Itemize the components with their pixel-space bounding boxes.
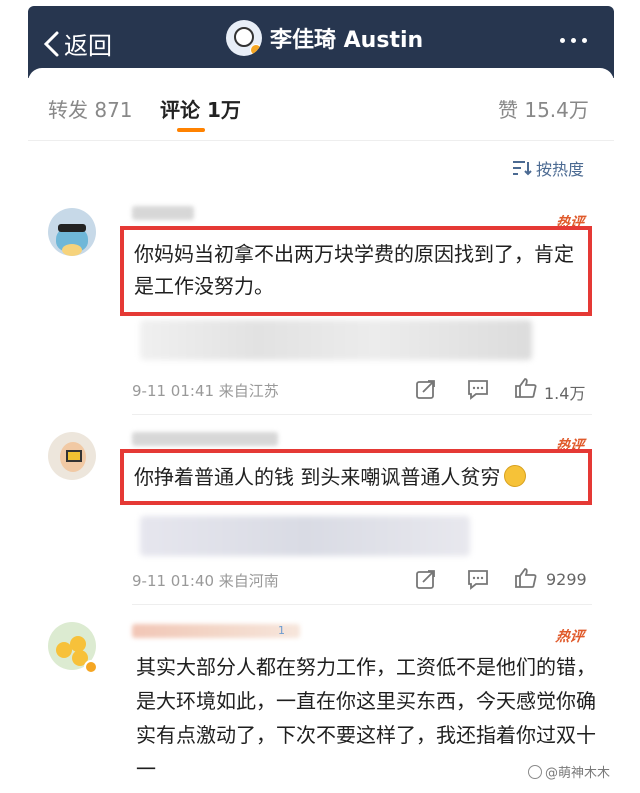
user-level-badge: 1 — [278, 624, 285, 637]
divider — [132, 604, 592, 605]
like-count: 1.4万 — [544, 384, 586, 403]
reply-button[interactable] — [466, 567, 490, 591]
hot-comment-badge: 热评 — [554, 629, 585, 645]
reply-preview-blurred[interactable] — [140, 320, 532, 360]
emoji-icon — [504, 465, 527, 487]
comment-meta: 9-11 01:40 来自河南 — [132, 572, 279, 590]
thumbs-up-icon — [515, 378, 537, 398]
like-count: 9299 — [546, 570, 587, 589]
avatar[interactable] — [48, 432, 96, 480]
watermark: @萌神木木 — [528, 762, 610, 781]
reply-preview-blurred[interactable] — [140, 516, 470, 556]
username-blurred[interactable] — [132, 432, 278, 446]
divider — [28, 140, 614, 141]
like-button[interactable] — [514, 566, 538, 590]
watermark-text: @萌神木木 — [545, 766, 611, 781]
active-tab-indicator — [177, 128, 205, 132]
account-name: 李佳琦 Austin — [270, 28, 424, 53]
avatar[interactable] — [48, 208, 96, 256]
tab-likes[interactable]: 赞 15.4万 — [498, 94, 589, 123]
sort-label: 按热度 — [536, 160, 585, 179]
more-dots-icon — [560, 38, 565, 43]
share-button[interactable] — [414, 567, 438, 591]
back-label: 返回 — [64, 32, 112, 60]
thumbs-up-icon — [515, 568, 537, 588]
comment-text: 其实大部分人都在努力工作，工资低不是他们的错，是大环境如此，一直在你这里买东西，… — [136, 655, 596, 781]
share-icon — [416, 570, 435, 589]
like-button[interactable] — [514, 376, 538, 400]
watermark-logo-icon — [528, 764, 542, 779]
avatar — [226, 20, 262, 56]
comment-text: 你妈妈当初拿不出两万块学费的原因找到了，肯定是工作没努力。 — [134, 242, 574, 298]
comment-meta: 9-11 01:41 来自江苏 — [132, 382, 279, 400]
tab-comments[interactable]: 评论 1万 — [160, 94, 241, 123]
page-title[interactable]: 李佳琦 Austin — [226, 20, 423, 56]
sort-button[interactable]: 按热度 — [512, 156, 584, 180]
share-icon — [416, 380, 435, 399]
sort-icon — [513, 161, 532, 176]
more-button[interactable] — [560, 38, 587, 43]
username-blurred[interactable] — [132, 206, 194, 220]
comment-icon — [468, 570, 488, 590]
verified-badge-icon — [250, 44, 262, 56]
verified-badge-icon — [84, 660, 98, 674]
back-button[interactable]: 返回 — [42, 26, 112, 61]
chevron-left-icon — [43, 31, 59, 56]
comment-icon — [468, 380, 488, 400]
username-blurred[interactable] — [132, 624, 300, 638]
tab-repost[interactable]: 转发 871 — [48, 94, 133, 123]
reply-button[interactable] — [466, 377, 490, 401]
divider — [132, 414, 592, 415]
comment-text: 你挣着普通人的钱 到头来嘲讽普通人贫穷 — [134, 461, 588, 493]
share-button[interactable] — [414, 377, 438, 401]
